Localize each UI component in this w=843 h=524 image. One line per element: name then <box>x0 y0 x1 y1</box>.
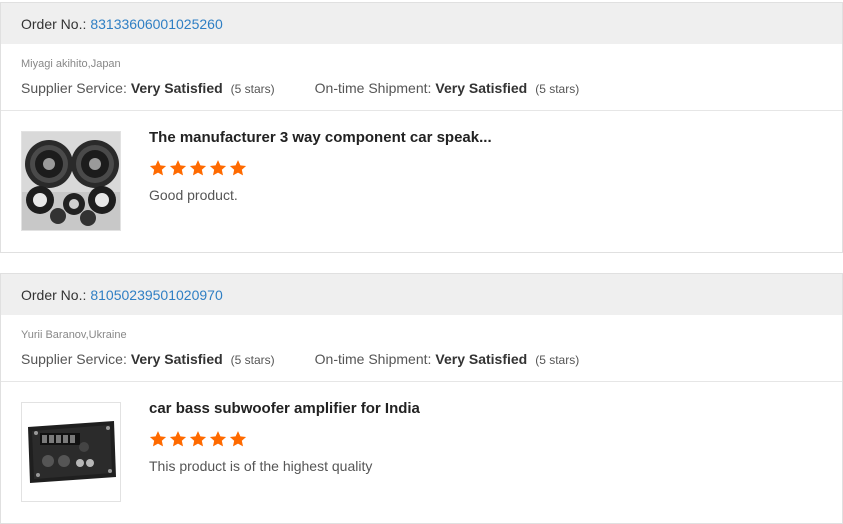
shipment-stars: (5 stars) <box>535 82 580 96</box>
supplier-service-stars: (5 stars) <box>230 82 275 96</box>
ratings-row: Supplier Service: Very Satisfied (5 star… <box>21 80 842 96</box>
buyer-info: Miyagi akihito,Japan Supplier Service: V… <box>1 44 842 111</box>
review-text: This product is of the highest quality <box>149 458 373 474</box>
shipment-label: On-time Shipment: <box>314 351 432 367</box>
star-icon <box>169 431 187 447</box>
star-icon <box>149 431 167 447</box>
star-icon <box>149 160 167 176</box>
review-text: Good product. <box>149 187 238 203</box>
star-icon <box>189 431 207 447</box>
shipment-value: Very Satisfied <box>435 80 528 96</box>
product-title-link[interactable]: car bass subwoofer amplifier for India <box>149 400 420 417</box>
product-thumbnail[interactable] <box>21 402 121 502</box>
product-thumbnail[interactable] <box>21 131 121 231</box>
product-row: The manufacturer 3 way component car spe… <box>1 111 842 251</box>
supplier-service-label: Supplier Service: <box>21 80 127 96</box>
shipment-label: On-time Shipment: <box>314 80 432 96</box>
buyer-info: Yurii Baranov,Ukraine Supplier Service: … <box>1 315 842 382</box>
star-icon <box>209 431 227 447</box>
product-row: car bass subwoofer amplifier for India T… <box>1 382 842 522</box>
order-header: Order No.: 83133606001025260 <box>1 3 842 44</box>
ratings-row: Supplier Service: Very Satisfied (5 star… <box>21 351 842 367</box>
supplier-service-label: Supplier Service: <box>21 351 127 367</box>
shipment-stars: (5 stars) <box>535 353 580 367</box>
shipment-rating: On-time Shipment: Very Satisfied (5 star… <box>315 351 580 367</box>
order-number-link[interactable]: 83133606001025260 <box>90 16 222 32</box>
supplier-service-value: Very Satisfied <box>130 351 223 367</box>
star-icon <box>209 160 227 176</box>
car-speaker-set-image <box>22 132 120 230</box>
supplier-service-stars: (5 stars) <box>230 353 275 367</box>
star-icon <box>229 431 247 447</box>
order-header: Order No.: 81050239501020970 <box>1 274 842 315</box>
amplifier-board-image <box>22 403 120 501</box>
shipment-value: Very Satisfied <box>435 351 528 367</box>
supplier-service-rating: Supplier Service: Very Satisfied (5 star… <box>21 80 275 96</box>
product-rating-stars <box>149 430 249 448</box>
order-number-link[interactable]: 81050239501020970 <box>90 287 222 303</box>
star-icon <box>189 160 207 176</box>
product-title-link[interactable]: The manufacturer 3 way component car spe… <box>149 129 492 146</box>
order-label: Order No.: <box>21 15 87 32</box>
star-icon <box>229 160 247 176</box>
supplier-service-rating: Supplier Service: Very Satisfied (5 star… <box>21 351 275 367</box>
shipment-rating: On-time Shipment: Very Satisfied (5 star… <box>315 80 580 96</box>
buyer-name: Yurii Baranov,Ukraine <box>21 329 127 341</box>
buyer-name: Miyagi akihito,Japan <box>21 58 121 70</box>
star-icon <box>169 160 187 176</box>
order-label: Order No.: <box>21 286 87 303</box>
product-rating-stars <box>149 159 249 177</box>
supplier-service-value: Very Satisfied <box>130 80 223 96</box>
review-card: Order No.: 83133606001025260 Miyagi akih… <box>0 2 843 253</box>
review-card: Order No.: 81050239501020970 Yurii Baran… <box>0 273 843 524</box>
